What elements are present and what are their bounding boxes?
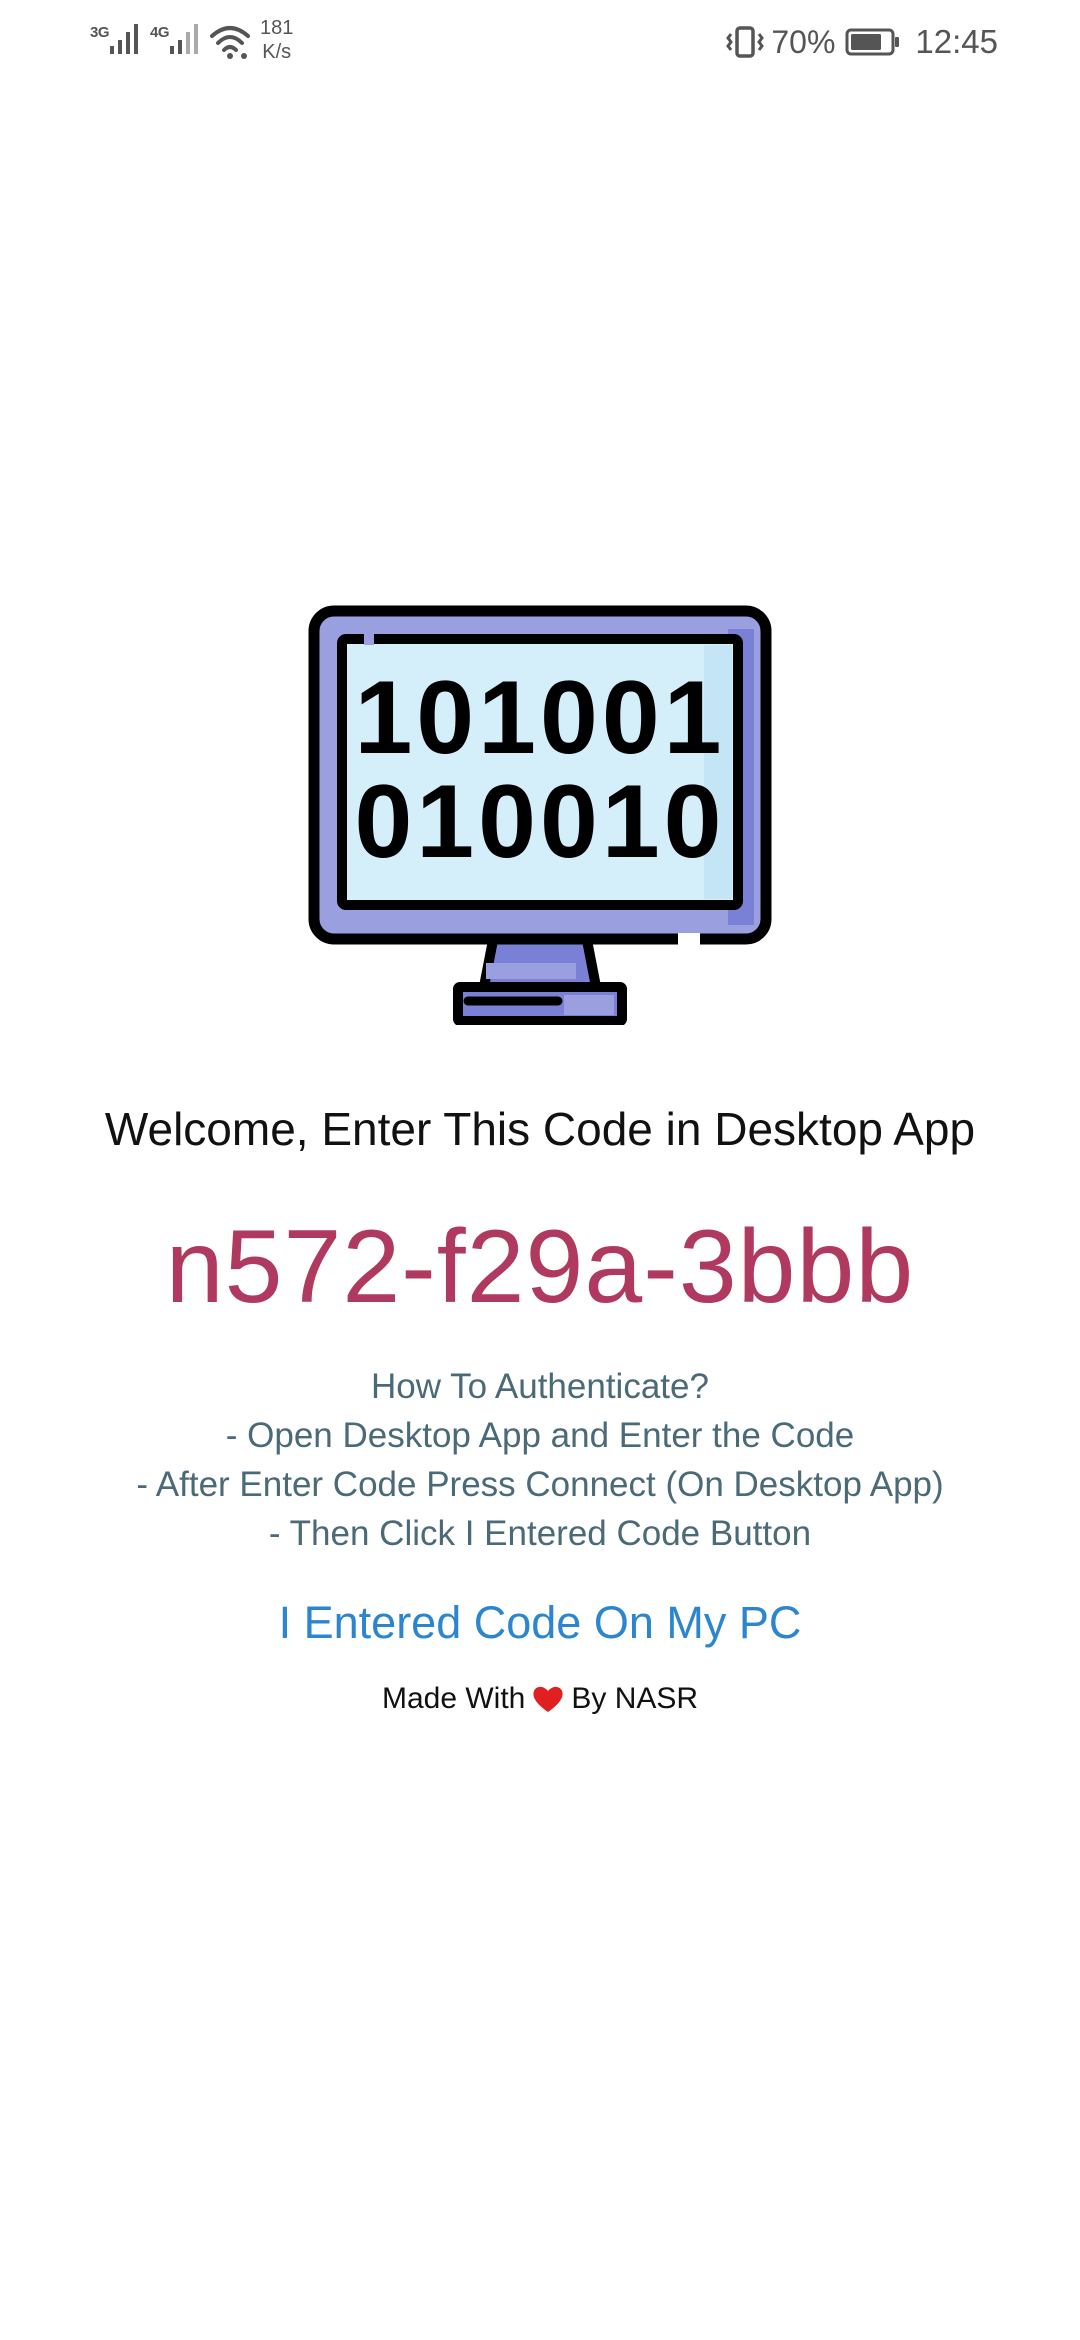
battery-percent: 70% [771, 23, 836, 60]
binary-line-1: 101001 [354, 660, 725, 776]
instruction-step: - After Enter Code Press Connect (On Des… [136, 1465, 944, 1504]
binary-line-2: 010010 [354, 764, 725, 880]
instruction-step: - Open Desktop App and Enter the Code [225, 1416, 855, 1455]
welcome-text: Welcome, Enter This Code in Desktop App [104, 1103, 976, 1155]
entered-code-button[interactable]: I Entered Code On My PC [240, 1588, 840, 1658]
heart-icon [533, 1686, 563, 1712]
instructions-heading: How To Authenticate? [371, 1367, 709, 1406]
network-type-label: 4G [150, 24, 170, 41]
status-right: 70% 12:45 [723, 14, 998, 70]
signal-bars-icon [170, 24, 198, 54]
credit-line: Made With By NASR [0, 1682, 1080, 1716]
battery-icon [845, 28, 900, 56]
status-bar: 3G 4G 181 K/s 70% 12:45 [0, 0, 1080, 80]
signal-icon: 3G [88, 14, 140, 56]
auth-code: n572-f29a-3bbb [165, 1209, 915, 1325]
binary-monitor-icon: 101001 010010 [308, 605, 772, 1025]
speed-value: 181 [260, 17, 294, 39]
signal-bars-icon [110, 24, 138, 54]
speed-unit: K/s [262, 41, 292, 63]
network-type-label: 3G [90, 24, 110, 41]
signal-icon: 4G [148, 14, 200, 56]
credit-prefix: Made With [381, 1682, 526, 1715]
credit-suffix: By NASR [571, 1682, 699, 1715]
instruction-step: - Then Click I Entered Code Button [268, 1514, 812, 1553]
wifi-icon [210, 26, 250, 59]
auth-instructions: How To Authenticate? - Open Desktop App … [0, 1362, 1080, 1558]
clock: 12:45 [915, 23, 998, 60]
network-speed: 181 K/s [260, 16, 293, 64]
vibrate-icon [726, 26, 765, 58]
status-left: 3G 4G 181 K/s [88, 14, 293, 70]
